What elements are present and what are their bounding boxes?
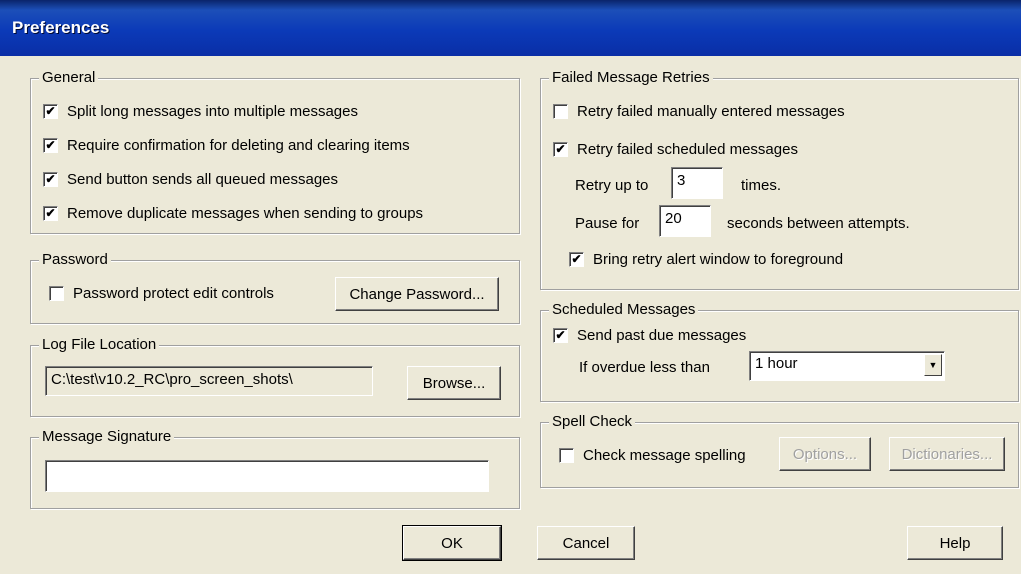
browse-button-label: Browse... [422, 374, 486, 392]
retry-manual-option[interactable]: Retry failed manually entered messages [553, 103, 845, 120]
overdue-dropdown[interactable]: 1 hour ▼ [749, 351, 945, 381]
pause-seconds-label: seconds between attempts. [727, 215, 910, 232]
retry-foreground-checkbox[interactable]: ✔ [569, 252, 584, 267]
retry-scheduled-label: Retry failed scheduled messages [577, 141, 798, 158]
cancel-button-label: Cancel [562, 534, 610, 552]
retry-scheduled-checkbox[interactable]: ✔ [553, 142, 568, 157]
retry-up-to-label: Retry up to [575, 177, 649, 194]
general-group: General ✔ Split long messages into multi… [30, 68, 520, 234]
remove-duplicates-checkbox[interactable]: ✔ [43, 206, 58, 221]
log-file-path-value: C:\test\v10.2_RC\pro_screen_shots\ [51, 371, 293, 388]
password-protect-label: Password protect edit controls [73, 285, 274, 302]
send-past-due-option[interactable]: ✔ Send past due messages [553, 327, 746, 344]
retry-count-value: 3 [677, 172, 686, 189]
spell-options-button-label: Options... [792, 445, 858, 463]
scheduled-messages-group: Scheduled Messages ✔ Send past due messa… [540, 300, 1019, 402]
help-button-label: Help [939, 534, 971, 552]
cancel-button[interactable]: Cancel [537, 526, 635, 560]
window-title: Preferences [12, 18, 110, 37]
message-signature-group: Message Signature [30, 427, 520, 509]
password-group-label: Password [39, 250, 111, 270]
password-protect-checkbox[interactable] [49, 286, 64, 301]
pause-seconds-value: 20 [665, 210, 682, 227]
scheduled-messages-group-label: Scheduled Messages [549, 300, 699, 320]
retry-foreground-label: Bring retry alert window to foreground [593, 251, 844, 268]
send-all-queued-label: Send button sends all queued messages [67, 171, 339, 188]
check-spelling-option[interactable]: Check message spelling [559, 447, 746, 464]
check-spelling-label: Check message spelling [583, 447, 746, 464]
failed-retries-group: Failed Message Retries Retry failed manu… [540, 68, 1019, 290]
spell-check-group: Spell Check Check message spelling Optio… [540, 412, 1019, 488]
ok-button-label: OK [441, 534, 463, 552]
retry-count-input[interactable]: 3 [671, 167, 723, 199]
title-bar[interactable]: Preferences [0, 0, 1021, 56]
browse-button[interactable]: Browse... [407, 366, 501, 400]
split-long-messages-label: Split long messages into multiple messag… [67, 103, 358, 120]
remove-duplicates-option[interactable]: ✔ Remove duplicate messages when sending… [43, 205, 423, 222]
spell-options-button[interactable]: Options... [779, 437, 871, 471]
failed-retries-group-label: Failed Message Retries [549, 68, 713, 88]
send-past-due-label: Send past due messages [577, 327, 747, 344]
split-long-messages-checkbox[interactable]: ✔ [43, 104, 58, 119]
ok-button[interactable]: OK [402, 525, 502, 561]
retry-times-label: times. [741, 177, 782, 194]
message-signature-group-label: Message Signature [39, 427, 175, 447]
retry-manual-label: Retry failed manually entered messages [577, 103, 845, 120]
remove-duplicates-label: Remove duplicate messages when sending t… [67, 205, 424, 222]
dictionaries-button-label: Dictionaries... [901, 445, 993, 463]
password-group: Password Password protect edit controls … [30, 250, 520, 324]
retry-manual-checkbox[interactable] [553, 104, 568, 119]
send-past-due-checkbox[interactable]: ✔ [553, 328, 568, 343]
change-password-button[interactable]: Change Password... [335, 277, 499, 311]
spell-check-group-label: Spell Check [549, 412, 636, 432]
change-password-button-label: Change Password... [349, 285, 485, 303]
pause-for-label: Pause for [575, 215, 640, 232]
require-confirmation-checkbox[interactable]: ✔ [43, 138, 58, 153]
check-spelling-checkbox[interactable] [559, 448, 574, 463]
pause-seconds-input[interactable]: 20 [659, 205, 711, 237]
send-all-queued-checkbox[interactable]: ✔ [43, 172, 58, 187]
preferences-dialog: General ✔ Split long messages into multi… [4, 56, 1019, 570]
log-file-path-field: C:\test\v10.2_RC\pro_screen_shots\ [45, 366, 373, 396]
retry-foreground-option[interactable]: ✔ Bring retry alert window to foreground [569, 251, 843, 268]
dictionaries-button[interactable]: Dictionaries... [889, 437, 1005, 471]
require-confirmation-option[interactable]: ✔ Require confirmation for deleting and … [43, 137, 410, 154]
overdue-dropdown-value: 1 hour [755, 355, 798, 372]
log-file-group-label: Log File Location [39, 335, 160, 355]
split-long-messages-option[interactable]: ✔ Split long messages into multiple mess… [43, 103, 358, 120]
overdue-less-than-label: If overdue less than [579, 359, 710, 376]
chevron-down-icon[interactable]: ▼ [924, 354, 942, 376]
retry-scheduled-option[interactable]: ✔ Retry failed scheduled messages [553, 141, 798, 158]
require-confirmation-label: Require confirmation for deleting and cl… [67, 137, 410, 154]
help-button[interactable]: Help [907, 526, 1003, 560]
send-all-queued-option[interactable]: ✔ Send button sends all queued messages [43, 171, 338, 188]
message-signature-input[interactable] [45, 460, 489, 492]
log-file-group: Log File Location C:\test\v10.2_RC\pro_s… [30, 335, 520, 417]
general-group-label: General [39, 68, 99, 88]
password-protect-option[interactable]: Password protect edit controls [49, 285, 274, 302]
